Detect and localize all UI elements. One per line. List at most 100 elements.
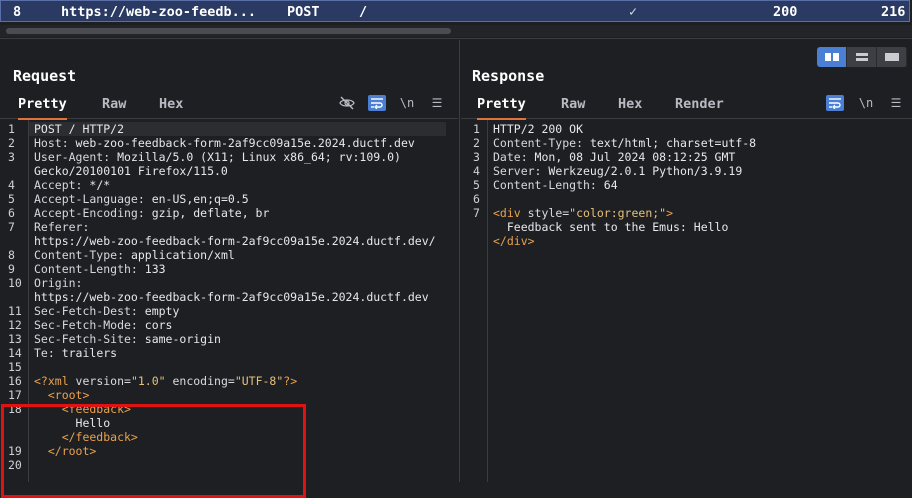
code-token: Accept: xyxy=(34,178,90,192)
code-line: 10 Origin: xyxy=(0,276,458,290)
line-number: 5 xyxy=(473,178,480,192)
request-tabs: Pretty Raw Hex xyxy=(0,92,458,120)
code-line: 9 Content-Length: 133 xyxy=(0,262,458,276)
history-method: POST xyxy=(287,4,320,20)
code-line: 12 Sec-Fetch-Mode: cors xyxy=(0,318,458,332)
line-number: 6 xyxy=(473,192,480,206)
code-line: 14 Te: trailers xyxy=(0,346,458,360)
code-line: 11 Sec-Fetch-Dest: empty xyxy=(0,304,458,318)
line-number: 1 xyxy=(8,122,15,136)
response-tabs: Pretty Raw Hex Render xyxy=(461,92,912,120)
code-text: Sec-Fetch-Dest: empty xyxy=(34,304,179,318)
code-token: gzip, deflate, br xyxy=(151,206,270,220)
request-pane: Request Pretty Raw Hex \n ☰ 1 POST / HTTP… xyxy=(0,40,458,498)
code-token: > xyxy=(666,206,674,220)
code-token: empty xyxy=(144,304,180,318)
code-token: Content-Type: xyxy=(34,248,131,262)
line-number: 12 xyxy=(8,318,22,332)
horizontal-scrollbar[interactable] xyxy=(0,25,912,37)
code-line: Gecko/20100101 Firefox/115.0 xyxy=(0,164,458,178)
code-token: https://web-zoo-feedback-form-2af9cc09a1… xyxy=(34,290,429,304)
history-id: 8 xyxy=(13,4,22,20)
response-pane: Response Pretty Raw Hex Render \n ☰ 1 HTT… xyxy=(461,40,912,482)
menu-icon[interactable]: ☰ xyxy=(428,95,446,111)
line-number: 15 xyxy=(8,360,22,374)
tab-request-hex[interactable]: Hex xyxy=(159,96,183,118)
code-line: 7 Referer: xyxy=(0,220,458,234)
check-icon: ✓ xyxy=(629,4,638,20)
scrollbar-thumb[interactable] xyxy=(6,28,451,34)
code-line: 5 Accept-Language: en-US,en;q=0.5 xyxy=(0,192,458,206)
code-text: User-Agent: Mozilla/5.0 (X11; Linux x86_… xyxy=(34,150,401,164)
code-token: "1.0" xyxy=(130,374,166,388)
code-line: 2 Host: web-zoo-feedback-form-2af9cc09a15… xyxy=(0,136,458,150)
code-token: </div> xyxy=(493,234,535,248)
eye-off-icon[interactable] xyxy=(338,95,356,111)
code-line: 15 xyxy=(0,360,458,374)
code-token: Accept-Encoding: xyxy=(34,206,152,220)
history-row-selected[interactable]: 8 https://web-zoo-feedb... POST / ✓ 200 … xyxy=(0,0,910,22)
code-token: same-origin xyxy=(144,332,221,346)
tab-response-hex[interactable]: Hex xyxy=(618,96,642,118)
code-token: Origin: xyxy=(34,276,83,290)
code-line: 1 POST / HTTP/2 xyxy=(0,122,458,136)
tab-request-raw[interactable]: Raw xyxy=(102,96,126,118)
code-text: POST / HTTP/2 xyxy=(34,122,124,136)
newline-icon[interactable]: \n xyxy=(398,95,416,111)
code-token: Referer: xyxy=(34,220,90,234)
code-line: 8 Content-Type: application/xml xyxy=(0,248,458,262)
code-line: </div> xyxy=(461,234,912,248)
code-text: Content-Length: 133 xyxy=(34,262,166,276)
code-line: 2 Content-Type: text/html; charset=utf-8 xyxy=(461,136,912,150)
code-line: https://web-zoo-feedback-form-2af9cc09a1… xyxy=(0,234,458,248)
code-token: User-Agent: xyxy=(34,150,118,164)
history-path: / xyxy=(359,4,368,20)
line-number: 13 xyxy=(8,332,22,346)
code-token: Sec-Fetch-Site: xyxy=(34,332,145,346)
code-line: 4 Server: Werkzeug/2.0.1 Python/3.9.19 xyxy=(461,164,912,178)
line-number: 17 xyxy=(8,388,22,402)
code-token: application/xml xyxy=(130,248,235,262)
line-number: 7 xyxy=(8,220,15,234)
code-line: 13 Sec-Fetch-Site: same-origin xyxy=(0,332,458,346)
code-token: Accept-Language: xyxy=(34,192,152,206)
line-number: 14 xyxy=(8,346,22,360)
code-line: 6 Accept-Encoding: gzip, deflate, br xyxy=(0,206,458,220)
code-token: Content-Length: xyxy=(493,178,604,192)
line-number: 8 xyxy=(8,248,15,262)
menu-icon[interactable]: ☰ xyxy=(887,95,905,111)
code-token: https://web-zoo-feedback-form-2af9cc09a1… xyxy=(34,234,436,248)
response-editor[interactable]: 1 HTTP/2 200 OK 2 Content-Type: text/html; … xyxy=(461,120,912,482)
line-number: 4 xyxy=(8,178,15,192)
code-token: POST / HTTP/2 xyxy=(34,122,125,136)
code-text: Content-Type: text/html; charset=utf-8 xyxy=(493,136,756,150)
pane-divider[interactable] xyxy=(459,40,460,482)
wrap-icon[interactable] xyxy=(826,95,844,111)
code-text: Content-Type: application/xml xyxy=(34,248,235,262)
history-host: https://web-zoo-feedb... xyxy=(61,4,257,20)
code-line: 17 <root> xyxy=(0,388,458,402)
code-text: <?xml version="1.0" encoding="UTF-8"?> xyxy=(34,374,297,388)
divider xyxy=(0,38,912,39)
line-number: 2 xyxy=(8,136,15,150)
response-title: Response xyxy=(472,67,545,85)
code-text: Server: Werkzeug/2.0.1 Python/3.9.19 xyxy=(493,164,742,178)
tab-response-raw[interactable]: Raw xyxy=(561,96,585,118)
line-number: 3 xyxy=(473,150,480,164)
code-text: Sec-Fetch-Mode: cors xyxy=(34,318,172,332)
code-token: "color:green;" xyxy=(569,206,667,220)
code-token: */* xyxy=(89,178,111,192)
tab-request-pretty[interactable]: Pretty xyxy=(18,96,67,120)
code-text: Referer: xyxy=(34,220,89,234)
code-line: 7 <div style="color:green;"> xyxy=(461,206,912,220)
line-number: 2 xyxy=(473,136,480,150)
code-token: en-US,en;q=0.5 xyxy=(151,192,249,206)
wrap-icon[interactable] xyxy=(368,95,386,111)
tab-response-pretty[interactable]: Pretty xyxy=(477,96,526,120)
tab-response-render[interactable]: Render xyxy=(675,96,724,118)
newline-icon[interactable]: \n xyxy=(857,95,875,111)
code-token: <?xml xyxy=(34,374,76,388)
code-text: Te: trailers xyxy=(34,346,117,360)
code-token: Gecko/20100101 Firefox/115.0 xyxy=(34,164,228,178)
code-token: ?> xyxy=(283,374,298,388)
